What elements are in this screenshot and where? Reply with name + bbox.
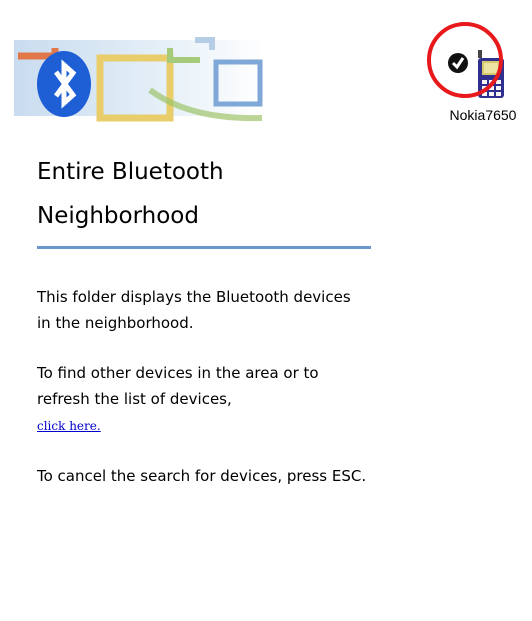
bluetooth-icon [37,51,91,117]
description-paragraph: This folder displays the Bluetooth devic… [37,288,351,332]
refresh-instructions: To find other devices in the area or to … [37,364,319,408]
cancel-paragraph: To cancel the search for devices, press … [37,467,367,485]
device-item-nokia7650[interactable]: Nokia7650 [434,46,532,156]
page-title-line2: Neighborhood [37,203,199,229]
page-title-line1: Entire Bluetooth [37,159,224,185]
refresh-paragraph: To find other devices in the area or to … [37,360,367,439]
connected-check-icon [448,53,468,73]
refresh-link[interactable]: click here. [37,419,101,433]
title-divider [37,246,371,249]
bluetooth-banner-graphic [14,37,264,122]
device-label: Nokia7650 [449,107,517,123]
page-title: Entire Bluetooth Neighborhood [37,150,367,238]
description-panel: This folder displays the Bluetooth devic… [37,284,367,513]
